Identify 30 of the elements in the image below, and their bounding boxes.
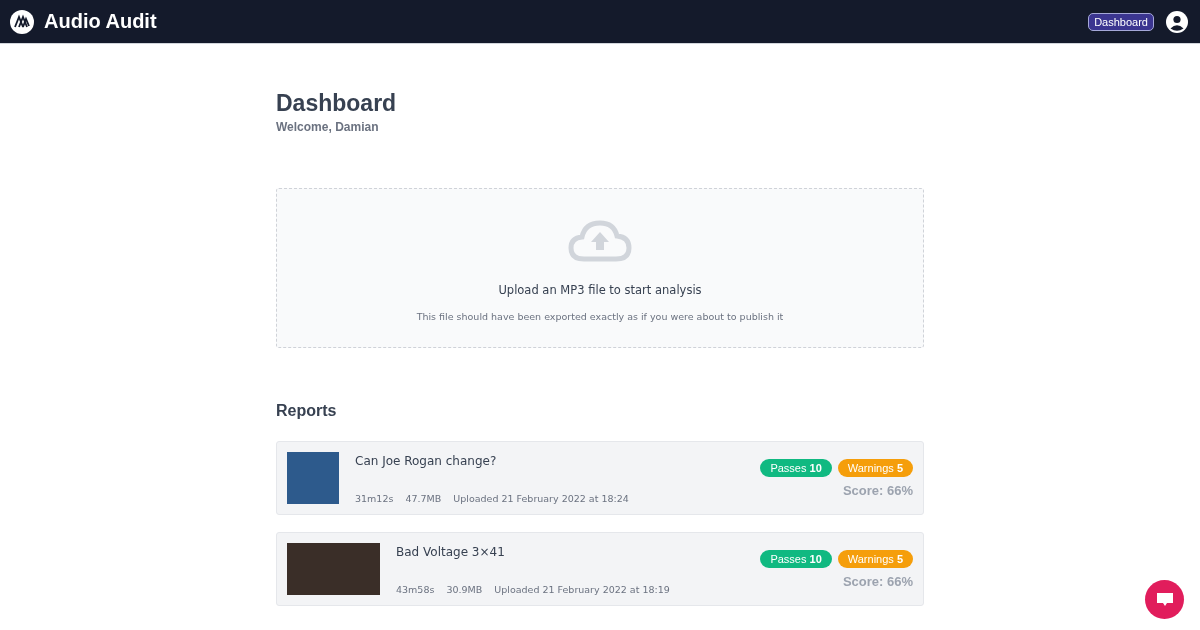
report-card[interactable]: Bad Voltage 3×41 43m58s 30.9MB Uploaded 21 February 2022 at 18:19 Passes 10 Warnings 5 Score: 66% — [276, 532, 924, 606]
score-text: Score: 66% — [842, 482, 913, 498]
cloud-upload-icon — [568, 219, 632, 263]
report-title: Can Joe Rogan change? — [355, 454, 498, 468]
duration-text: 31m12s — [355, 493, 394, 504]
report-card[interactable]: Can Joe Rogan change? 31m12s 47.7MB Uploaded 21 February 2022 at 18:24 Passes 10 Warnings 5 Score: 66% — [276, 441, 924, 515]
upload-hint: This file should have been exported exactly as if you were about to publish it — [416, 311, 784, 322]
dashboard-link[interactable]: Dashboard — [1088, 12, 1154, 31]
thumbnail-placeholder — [287, 452, 339, 504]
logo-icon — [10, 9, 34, 34]
user-avatar-icon[interactable] — [1166, 10, 1188, 33]
warnings-badge: Warnings 5 — [837, 458, 913, 477]
warnings-badge: Warnings 5 — [837, 549, 913, 568]
passes-badge: Passes 10 — [760, 458, 832, 477]
upload-date-text: Uploaded 21 February 2022 at 18:19 — [494, 584, 670, 595]
page-title: Dashboard — [276, 89, 398, 118]
file-size-text: 30.9MB — [446, 584, 483, 595]
score-text: Score: 66% — [842, 573, 913, 589]
report-title: Bad Voltage 3×41 — [396, 545, 506, 559]
upload-prompt: Upload an MP3 file to start analysis — [498, 283, 702, 297]
brand-name: Audio Audit — [44, 10, 157, 33]
reports-heading: Reports — [276, 402, 338, 420]
welcome-text: Welcome, Damian — [276, 120, 380, 134]
chat-button[interactable] — [1145, 580, 1184, 619]
passes-badge: Passes 10 — [760, 549, 832, 568]
file-size-text: 47.7MB — [405, 493, 442, 504]
chat-bubble-icon — [1155, 591, 1174, 608]
upload-dropzone[interactable]: Upload an MP3 file to start analysis This file should have been exported exactly as if you were about to publish it — [276, 188, 924, 348]
upload-date-text: Uploaded 21 February 2022 at 18:24 — [453, 493, 629, 504]
duration-text: 43m58s — [396, 584, 435, 595]
